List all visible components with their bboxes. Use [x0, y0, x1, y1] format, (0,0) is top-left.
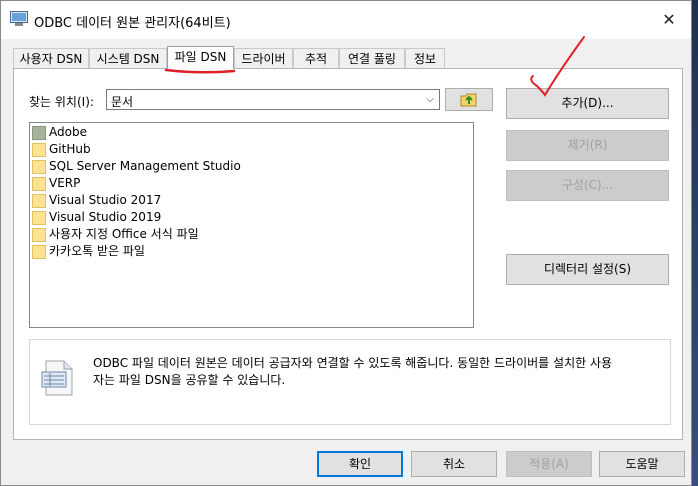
list-item[interactable]: Visual Studio 2019 [32, 209, 161, 226]
folder-icon [32, 193, 46, 208]
tab-about[interactable]: 정보 [405, 48, 445, 68]
list-item[interactable]: 사용자 지정 Office 서식 파일 [32, 226, 199, 243]
tab-connection-pooling[interactable]: 연결 풀링 [339, 48, 405, 68]
info-description: ODBC 파일 데이터 원본은 데이터 공급자와 연결할 수 있도록 해줍니다.… [93, 355, 663, 389]
list-item[interactable]: Adobe [32, 124, 87, 141]
odbc-app-icon [10, 11, 28, 26]
list-item-label: VERP [49, 176, 81, 190]
folder-icon [32, 176, 46, 191]
set-directory-button[interactable]: 디렉터리 설정(S) [506, 254, 669, 285]
look-in-label: 찾는 위치(I): [29, 95, 94, 109]
title-bar: ODBC 데이터 원본 관리자(64비트) ✕ [1, 1, 691, 39]
info-line-1: ODBC 파일 데이터 원본은 데이터 공급자와 연결할 수 있도록 해줍니다.… [93, 356, 613, 370]
file-dsn-icon [41, 360, 73, 396]
list-item-label: Adobe [49, 125, 87, 139]
info-box: ODBC 파일 데이터 원본은 데이터 공급자와 연결할 수 있도록 해줍니다.… [29, 339, 671, 425]
list-item-label: Visual Studio 2017 [49, 193, 162, 207]
list-item[interactable]: 카카오톡 받은 파일 [32, 243, 145, 260]
tab-file-dsn[interactable]: 파일 DSN [167, 46, 234, 69]
window-title: ODBC 데이터 원본 관리자(64비트) [34, 16, 231, 31]
apply-button[interactable]: 적용(A) [506, 451, 592, 477]
info-line-2: 자는 파일 DSN을 공유할 수 있습니다. [93, 373, 286, 387]
folder-icon [32, 142, 46, 157]
remove-button[interactable]: 제거(R) [506, 130, 669, 161]
tab-tracing[interactable]: 추적 [293, 48, 339, 68]
list-item-label: GitHub [49, 142, 91, 156]
close-button[interactable]: ✕ [647, 1, 691, 39]
list-item-label: Visual Studio 2019 [49, 210, 162, 224]
tab-bar: 사용자 DSN 시스템 DSN 파일 DSN 드라이버 추적 연결 풀링 정보 [13, 46, 683, 69]
list-item[interactable]: SQL Server Management Studio [32, 158, 241, 175]
folder-icon [32, 210, 46, 225]
tab-system-dsn[interactable]: 시스템 DSN [89, 48, 167, 68]
configure-button[interactable]: 구성(C)... [506, 170, 669, 201]
add-button[interactable]: 추가(D)... [506, 88, 669, 119]
list-item[interactable]: GitHub [32, 141, 91, 158]
list-item-label: 사용자 지정 Office 서식 파일 [49, 227, 199, 241]
file-dsn-panel: 찾는 위치(I): 문서 ⌵ Adobe GitHub SQL Server M… [13, 68, 683, 440]
folder-icon [32, 159, 46, 174]
file-list[interactable]: Adobe GitHub SQL Server Management Studi… [29, 122, 474, 328]
chevron-down-icon[interactable]: ⌵ [421, 90, 439, 109]
look-in-value: 문서 [111, 95, 134, 109]
list-item-label: SQL Server Management Studio [49, 159, 241, 173]
list-item[interactable]: Visual Studio 2017 [32, 192, 161, 209]
ok-button[interactable]: 확인 [317, 451, 403, 477]
folder-up-button[interactable] [445, 88, 493, 111]
folder-icon [32, 227, 46, 242]
odbc-admin-window: ODBC 데이터 원본 관리자(64비트) ✕ 사용자 DSN 시스템 DSN … [0, 0, 692, 486]
tab-user-dsn[interactable]: 사용자 DSN [13, 48, 89, 68]
folder-up-icon [460, 93, 477, 107]
look-in-dropdown[interactable]: 문서 ⌵ [106, 89, 440, 110]
cancel-button[interactable]: 취소 [411, 451, 497, 477]
folder-icon [32, 244, 46, 259]
desktop-background-right [692, 0, 698, 486]
list-item[interactable]: VERP [32, 175, 80, 192]
list-item-label: 카카오톡 받은 파일 [49, 244, 145, 258]
help-button[interactable]: 도움말 [599, 451, 685, 477]
tab-drivers[interactable]: 드라이버 [234, 48, 293, 68]
folder-shaded-icon [32, 125, 46, 140]
